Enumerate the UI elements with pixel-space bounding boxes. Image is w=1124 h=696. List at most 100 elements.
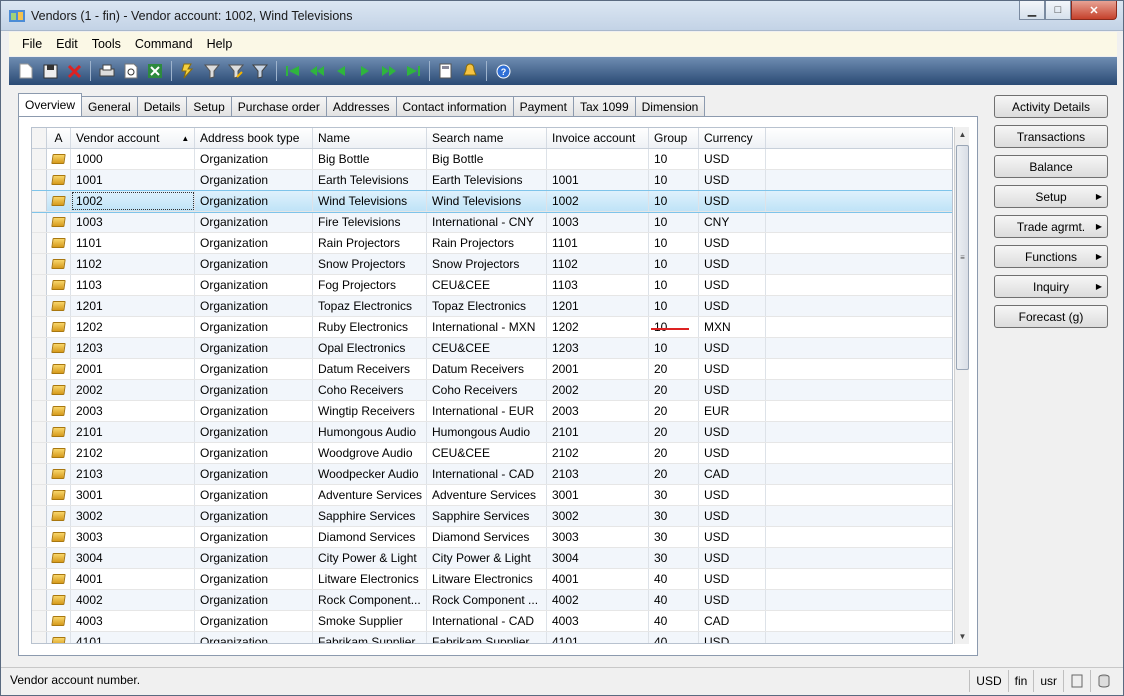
cell-name[interactable]: Woodpecker Audio xyxy=(313,464,427,484)
row-selector[interactable] xyxy=(32,275,47,295)
cell-currency[interactable]: USD xyxy=(699,443,766,463)
cell-group[interactable]: 10 xyxy=(649,296,699,316)
excel-icon[interactable] xyxy=(144,60,166,82)
cell-name[interactable]: Ruby Electronics xyxy=(313,317,427,337)
row-selector[interactable] xyxy=(32,149,47,169)
cell-name[interactable]: Opal Electronics xyxy=(313,338,427,358)
previous-page-icon[interactable] xyxy=(306,60,328,82)
cell-invoice-account[interactable] xyxy=(547,149,649,169)
row-selector[interactable] xyxy=(32,464,47,484)
cell-invoice-account[interactable]: 3002 xyxy=(547,506,649,526)
cell-name[interactable]: Wind Televisions xyxy=(313,191,427,211)
cell-name[interactable]: Big Bottle xyxy=(313,149,427,169)
cell-address-book-type[interactable]: Organization xyxy=(195,548,313,568)
new-icon[interactable] xyxy=(15,60,37,82)
cell-invoice-account[interactable]: 1003 xyxy=(547,212,649,232)
table-row[interactable]: 4101 Organization Fabrikam Supplier Fabrika… xyxy=(32,632,952,643)
cell-currency[interactable]: USD xyxy=(699,590,766,610)
cell-vendor-account[interactable]: 4003 xyxy=(71,611,195,631)
cell-currency[interactable]: USD xyxy=(699,233,766,253)
cell-group[interactable]: 30 xyxy=(649,485,699,505)
cell-address-book-type[interactable]: Organization xyxy=(195,401,313,421)
cell-name[interactable]: Earth Televisions xyxy=(313,170,427,190)
cell-address-book-type[interactable]: Organization xyxy=(195,170,313,190)
cell-currency[interactable]: CNY xyxy=(699,212,766,232)
cell-address-book-type[interactable]: Organization xyxy=(195,233,313,253)
cell-vendor-account[interactable]: 2101 xyxy=(71,422,195,442)
cell-search-name[interactable]: International - CNY xyxy=(427,212,547,232)
table-row[interactable]: 2103 Organization Woodpecker Audio Interna… xyxy=(32,464,952,485)
row-selector[interactable] xyxy=(32,485,47,505)
cell-search-name[interactable]: International - EUR xyxy=(427,401,547,421)
cell-currency[interactable]: CAD xyxy=(699,464,766,484)
column-header-address-book-type[interactable]: Address book type xyxy=(195,128,313,148)
table-row[interactable]: 1003 Organization Fire Televisions Interna… xyxy=(32,212,952,233)
row-selector[interactable] xyxy=(32,170,47,190)
cell-vendor-account[interactable]: 4002 xyxy=(71,590,195,610)
table-row[interactable]: 3001 Organization Adventure Services Advent… xyxy=(32,485,952,506)
row-selector[interactable] xyxy=(32,317,47,337)
close-button[interactable]: ✕ xyxy=(1071,1,1117,20)
cell-currency[interactable]: MXN xyxy=(699,317,766,337)
cell-group[interactable]: 40 xyxy=(649,590,699,610)
maximize-button[interactable]: □ xyxy=(1045,1,1071,20)
cell-name[interactable]: Woodgrove Audio xyxy=(313,443,427,463)
cell-vendor-account[interactable]: 3002 xyxy=(71,506,195,526)
cell-name[interactable]: Coho Receivers xyxy=(313,380,427,400)
status-database-icon[interactable] xyxy=(1090,670,1117,692)
row-selector[interactable] xyxy=(32,233,47,253)
status-layer[interactable]: usr xyxy=(1033,670,1063,692)
table-row[interactable]: 1001 Organization Earth Televisions Earth T… xyxy=(32,170,952,191)
cell-search-name[interactable]: International - MXN xyxy=(427,317,547,337)
cell-group[interactable]: 10 xyxy=(649,149,699,169)
cell-vendor-account[interactable]: 1002 xyxy=(71,191,195,211)
cell-name[interactable]: Fabrikam Supplier xyxy=(313,632,427,643)
advanced-filter-icon[interactable] xyxy=(225,60,247,82)
table-row[interactable]: 1103 Organization Fog Projectors CEU&CEE 110… xyxy=(32,275,952,296)
cell-search-name[interactable]: Coho Receivers xyxy=(427,380,547,400)
cell-address-book-type[interactable]: Organization xyxy=(195,317,313,337)
cell-group[interactable]: 20 xyxy=(649,380,699,400)
cell-invoice-account[interactable]: 3004 xyxy=(547,548,649,568)
row-selector[interactable] xyxy=(32,506,47,526)
cell-address-book-type[interactable]: Organization xyxy=(195,611,313,631)
cell-search-name[interactable]: Earth Televisions xyxy=(427,170,547,190)
row-selector[interactable] xyxy=(32,191,47,211)
cell-invoice-account[interactable]: 4001 xyxy=(547,569,649,589)
tab-payment[interactable]: Payment xyxy=(512,96,574,116)
inquiry-menu-button[interactable]: Inquiry ▶ xyxy=(994,275,1108,298)
cell-vendor-account[interactable]: 1203 xyxy=(71,338,195,358)
remove-filter-icon[interactable] xyxy=(249,60,271,82)
tab-details[interactable]: Details xyxy=(136,96,188,116)
table-row[interactable]: 4001 Organization Litware Electronics Litwa… xyxy=(32,569,952,590)
cell-group[interactable]: 20 xyxy=(649,464,699,484)
cell-search-name[interactable]: Adventure Services xyxy=(427,485,547,505)
cell-group[interactable]: 30 xyxy=(649,548,699,568)
cell-group[interactable]: 30 xyxy=(649,506,699,526)
cell-address-book-type[interactable]: Organization xyxy=(195,632,313,643)
column-header-vendor-account[interactable]: Vendor account ▲ xyxy=(71,128,195,148)
cell-invoice-account[interactable]: 1203 xyxy=(547,338,649,358)
row-selector[interactable] xyxy=(32,359,47,379)
row-selector[interactable] xyxy=(32,254,47,274)
row-selector[interactable] xyxy=(32,212,47,232)
cell-group[interactable]: 10 xyxy=(649,317,699,337)
column-header-name[interactable]: Name xyxy=(313,128,427,148)
table-row[interactable]: 3004 Organization City Power & Light City P… xyxy=(32,548,952,569)
cell-search-name[interactable]: International - CAD xyxy=(427,464,547,484)
cell-address-book-type[interactable]: Organization xyxy=(195,149,313,169)
first-record-icon[interactable] xyxy=(282,60,304,82)
cell-vendor-account[interactable]: 1103 xyxy=(71,275,195,295)
table-row[interactable]: 2003 Organization Wingtip Receivers Intern… xyxy=(32,401,952,422)
cell-invoice-account[interactable]: 1102 xyxy=(547,254,649,274)
cell-vendor-account[interactable]: 1201 xyxy=(71,296,195,316)
cell-name[interactable]: Datum Receivers xyxy=(313,359,427,379)
row-selector[interactable] xyxy=(32,443,47,463)
table-row[interactable]: 4002 Organization Rock Component... Rock Co… xyxy=(32,590,952,611)
cell-vendor-account[interactable]: 3001 xyxy=(71,485,195,505)
cell-currency[interactable]: EUR xyxy=(699,401,766,421)
cell-address-book-type[interactable]: Organization xyxy=(195,212,313,232)
cell-group[interactable]: 20 xyxy=(649,359,699,379)
cell-vendor-account[interactable]: 2102 xyxy=(71,443,195,463)
cell-address-book-type[interactable]: Organization xyxy=(195,338,313,358)
